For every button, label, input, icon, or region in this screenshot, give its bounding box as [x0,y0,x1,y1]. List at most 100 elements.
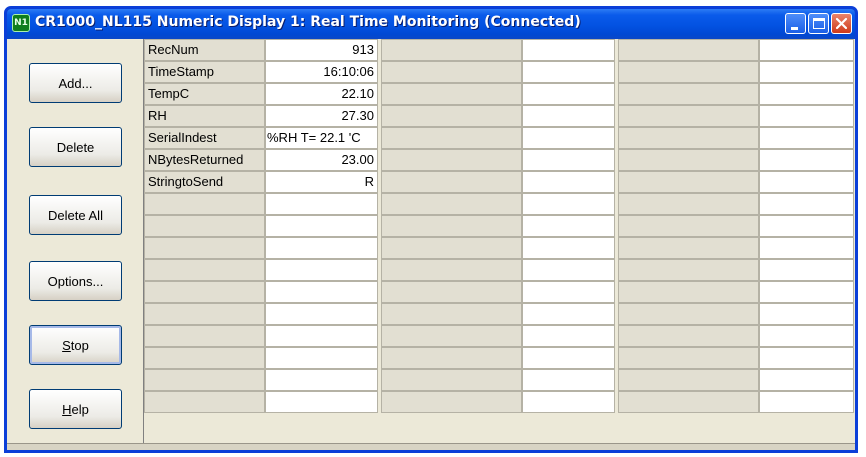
field-value-cell[interactable] [265,325,378,347]
field-name-cell[interactable] [618,281,759,303]
field-value-cell[interactable]: 27.30 [265,105,378,127]
field-name-cell[interactable] [618,215,759,237]
field-name-cell[interactable] [381,347,522,369]
field-value-cell[interactable] [522,303,615,325]
field-value-cell[interactable] [522,61,615,83]
field-name-cell[interactable] [618,259,759,281]
field-name-cell[interactable] [381,105,522,127]
field-value-cell[interactable] [759,259,854,281]
field-name-cell[interactable]: NBytesReturned [144,149,265,171]
field-name-cell[interactable] [618,369,759,391]
field-value-cell[interactable] [759,193,854,215]
field-value-cell[interactable] [759,215,854,237]
field-name-cell[interactable] [144,325,265,347]
field-name-cell[interactable] [381,61,522,83]
field-value-cell[interactable] [522,259,615,281]
field-name-cell[interactable] [381,193,522,215]
field-value-cell[interactable] [522,215,615,237]
field-value-cell[interactable] [759,391,854,413]
field-name-cell[interactable] [618,193,759,215]
field-name-cell[interactable] [381,215,522,237]
field-name-cell[interactable] [381,391,522,413]
field-name-cell[interactable] [381,303,522,325]
help-button[interactable]: Help [29,389,122,429]
field-name-cell[interactable] [618,237,759,259]
field-value-cell[interactable] [265,369,378,391]
field-name-cell[interactable] [381,369,522,391]
field-name-cell[interactable]: SerialIndest [144,127,265,149]
field-name-cell[interactable] [381,259,522,281]
field-name-cell[interactable] [144,259,265,281]
field-value-cell[interactable] [522,369,615,391]
field-name-cell[interactable] [144,347,265,369]
field-value-cell[interactable] [522,39,615,61]
field-value-cell[interactable] [522,149,615,171]
field-value-cell[interactable] [759,347,854,369]
field-value-cell[interactable]: 22.10 [265,83,378,105]
field-name-cell[interactable] [381,325,522,347]
field-name-cell[interactable] [381,281,522,303]
field-value-cell[interactable] [522,281,615,303]
title-bar[interactable]: N1 CR1000_NL115 Numeric Display 1: Real … [7,9,855,39]
field-name-cell[interactable] [381,171,522,193]
stop-button[interactable]: Stop [29,325,122,365]
field-value-cell[interactable]: 16:10:06 [265,61,378,83]
field-name-cell[interactable]: TimeStamp [144,61,265,83]
field-value-cell[interactable] [522,83,615,105]
field-value-cell[interactable] [759,303,854,325]
field-value-cell[interactable] [759,149,854,171]
field-name-cell[interactable] [144,237,265,259]
field-value-cell[interactable] [522,347,615,369]
field-value-cell[interactable] [522,105,615,127]
minimize-button[interactable] [785,13,806,34]
field-value-cell[interactable] [522,193,615,215]
field-value-cell[interactable] [265,347,378,369]
field-name-cell[interactable] [381,39,522,61]
field-name-cell[interactable] [618,61,759,83]
field-value-cell[interactable] [522,127,615,149]
field-value-cell[interactable] [759,105,854,127]
field-value-cell[interactable] [265,391,378,413]
field-name-cell[interactable] [144,369,265,391]
field-value-cell[interactable]: 23.00 [265,149,378,171]
field-value-cell[interactable] [759,369,854,391]
field-value-cell[interactable] [759,325,854,347]
field-value-cell[interactable] [265,237,378,259]
field-value-cell[interactable] [265,303,378,325]
field-value-cell[interactable] [522,391,615,413]
field-value-cell[interactable]: R [265,171,378,193]
field-name-cell[interactable] [144,193,265,215]
field-name-cell[interactable] [618,303,759,325]
field-name-cell[interactable] [618,325,759,347]
field-name-cell[interactable] [144,303,265,325]
field-name-cell[interactable] [381,149,522,171]
maximize-button[interactable] [808,13,829,34]
field-name-cell[interactable]: RecNum [144,39,265,61]
field-name-cell[interactable]: TempC [144,83,265,105]
field-name-cell[interactable]: RH [144,105,265,127]
field-value-cell[interactable] [759,83,854,105]
field-name-cell[interactable] [618,83,759,105]
options-button[interactable]: Options... [29,261,122,301]
field-name-cell[interactable] [618,149,759,171]
field-name-cell[interactable] [618,105,759,127]
field-name-cell[interactable]: StringtoSend [144,171,265,193]
field-value-cell[interactable] [759,171,854,193]
close-button[interactable] [831,13,852,34]
field-value-cell[interactable]: %RH T= 22.1 'C [265,127,378,149]
field-name-cell[interactable] [381,237,522,259]
field-value-cell[interactable] [265,215,378,237]
field-name-cell[interactable] [618,391,759,413]
field-value-cell[interactable] [759,39,854,61]
delete-button[interactable]: Delete [29,127,122,167]
field-value-cell[interactable] [759,61,854,83]
field-value-cell[interactable] [522,325,615,347]
field-value-cell[interactable]: 913 [265,39,378,61]
field-name-cell[interactable] [144,215,265,237]
field-name-cell[interactable] [618,347,759,369]
field-value-cell[interactable] [522,237,615,259]
field-value-cell[interactable] [759,281,854,303]
field-value-cell[interactable] [759,237,854,259]
add-button[interactable]: Add... [29,63,122,103]
field-value-cell[interactable] [265,281,378,303]
